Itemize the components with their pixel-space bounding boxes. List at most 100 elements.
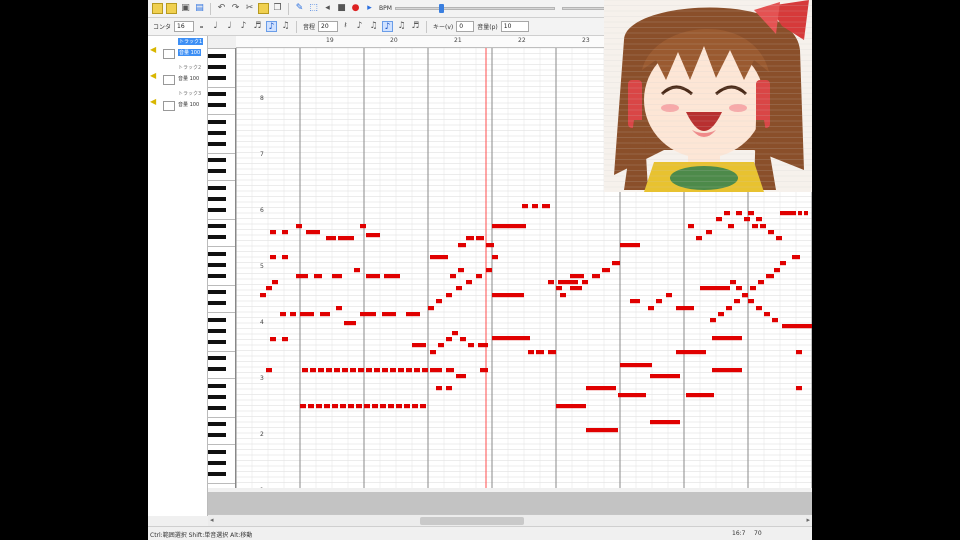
pitch-combo[interactable]: 20 bbox=[318, 21, 339, 32]
black-key[interactable] bbox=[208, 367, 226, 371]
pencil-tool-icon[interactable]: ✎ bbox=[294, 3, 305, 14]
velocity-combo[interactable]: 10 bbox=[500, 21, 529, 32]
key-combo[interactable]: 0 bbox=[456, 21, 475, 32]
black-key[interactable] bbox=[208, 169, 226, 173]
note-block bbox=[412, 343, 426, 348]
black-key[interactable] bbox=[208, 273, 226, 278]
copy-icon[interactable]: ❐ bbox=[272, 3, 283, 14]
black-key[interactable] bbox=[208, 224, 226, 228]
black-key[interactable] bbox=[208, 251, 226, 256]
black-key[interactable] bbox=[208, 301, 226, 305]
black-key[interactable] bbox=[208, 75, 226, 80]
black-key[interactable] bbox=[208, 103, 226, 107]
note-tool-selected-icon[interactable]: ♪ bbox=[382, 21, 394, 32]
speaker-icon[interactable]: ◀ bbox=[150, 71, 156, 80]
octave-label: 5 bbox=[260, 263, 264, 270]
note-block bbox=[326, 368, 332, 373]
black-key[interactable] bbox=[208, 158, 226, 162]
half-note-icon[interactable]: ♩ bbox=[210, 21, 221, 32]
scroll-left-icon[interactable]: ◂ bbox=[210, 516, 214, 524]
black-key[interactable] bbox=[208, 235, 226, 239]
note-block bbox=[438, 343, 444, 348]
black-key[interactable] bbox=[208, 53, 226, 58]
note-block bbox=[772, 318, 778, 323]
redo-icon[interactable]: ↷ bbox=[230, 3, 241, 14]
sixteenth-note-icon[interactable]: ♬ bbox=[252, 21, 263, 32]
play-start-icon[interactable]: ▸ bbox=[364, 3, 375, 14]
black-key[interactable] bbox=[208, 317, 226, 322]
speaker-icon[interactable]: ◀ bbox=[150, 45, 156, 54]
select-tool-icon[interactable]: ⬚ bbox=[308, 3, 319, 14]
note-tool-3-icon[interactable]: ♬ bbox=[410, 21, 421, 32]
octave-label: 3 bbox=[260, 375, 264, 382]
black-key[interactable] bbox=[208, 460, 226, 465]
new-file-icon[interactable] bbox=[152, 3, 163, 14]
black-key[interactable] bbox=[208, 339, 226, 344]
black-key[interactable] bbox=[208, 433, 226, 437]
black-key[interactable] bbox=[208, 196, 226, 201]
black-key[interactable] bbox=[208, 92, 226, 96]
black-key[interactable] bbox=[208, 394, 226, 399]
piano-keyboard[interactable] bbox=[208, 48, 236, 488]
note-block bbox=[458, 268, 464, 273]
note-block bbox=[716, 217, 722, 222]
track-color-box[interactable] bbox=[163, 75, 175, 85]
black-key[interactable] bbox=[208, 290, 226, 294]
export-icon[interactable]: ▤ bbox=[194, 3, 205, 14]
black-key[interactable] bbox=[208, 471, 226, 476]
black-key[interactable] bbox=[208, 141, 226, 146]
velocity-panel[interactable] bbox=[208, 492, 812, 514]
note-block bbox=[446, 368, 454, 373]
black-key[interactable] bbox=[208, 383, 226, 388]
black-key[interactable] bbox=[208, 356, 226, 360]
scrollbar-thumb[interactable] bbox=[420, 517, 524, 525]
black-key[interactable] bbox=[208, 130, 226, 135]
note-tool-2-icon[interactable]: ♫ bbox=[396, 21, 407, 32]
note-block bbox=[630, 299, 640, 304]
track-color-box[interactable] bbox=[163, 49, 175, 59]
black-key[interactable] bbox=[208, 207, 226, 212]
open-file-icon[interactable] bbox=[166, 3, 177, 14]
black-key[interactable] bbox=[208, 328, 226, 333]
tempo-slider[interactable] bbox=[394, 4, 555, 13]
eighth-note-icon[interactable]: ♪ bbox=[238, 21, 249, 32]
note-block bbox=[792, 255, 800, 260]
measure-number: 23 bbox=[582, 37, 590, 44]
save-icon[interactable]: ▣ bbox=[180, 3, 191, 14]
horizontal-scrollbar[interactable]: ◂ ▸ bbox=[208, 514, 812, 526]
dot-note-icon[interactable]: ♪ bbox=[354, 21, 365, 32]
black-key[interactable] bbox=[208, 262, 226, 267]
tie-note-icon[interactable]: ♫ bbox=[368, 21, 379, 32]
speaker-icon[interactable]: ◀ bbox=[150, 97, 156, 106]
note-block bbox=[446, 293, 452, 298]
track-item[interactable]: ◀ トラック3 音量 100 bbox=[148, 90, 208, 114]
black-key[interactable] bbox=[208, 119, 226, 124]
snap-combo[interactable]: 16 bbox=[174, 21, 195, 32]
note-block bbox=[316, 404, 322, 409]
undo-icon[interactable]: ↶ bbox=[216, 3, 227, 14]
paste-icon[interactable] bbox=[258, 3, 269, 14]
note-length-selected-icon[interactable]: ♪ bbox=[266, 21, 278, 32]
tempo-slider-thumb[interactable] bbox=[439, 4, 445, 13]
rewind-icon[interactable]: ◂ bbox=[322, 3, 333, 14]
quarter-note-icon[interactable]: ♩ bbox=[224, 21, 235, 32]
play-icon[interactable]: ● bbox=[350, 3, 361, 14]
whole-note-icon[interactable]: 𝅝 bbox=[196, 21, 207, 32]
track-color-box[interactable] bbox=[163, 101, 175, 111]
black-key[interactable] bbox=[208, 64, 226, 69]
note-block bbox=[570, 274, 584, 279]
black-key[interactable] bbox=[208, 405, 226, 410]
note-block bbox=[270, 255, 276, 260]
stop-icon[interactable]: ■ bbox=[336, 3, 347, 14]
measure-number: 20 bbox=[390, 37, 398, 44]
track-item[interactable]: ◀ トラック2 音量 100 bbox=[148, 64, 208, 88]
black-key[interactable] bbox=[208, 185, 226, 190]
track-item[interactable]: ◀ トラック1 音量 100 bbox=[148, 38, 208, 62]
cut-icon[interactable]: ✂ bbox=[244, 3, 255, 14]
rest-icon[interactable]: 𝄽 bbox=[340, 21, 351, 32]
black-key[interactable] bbox=[208, 449, 226, 454]
black-key[interactable] bbox=[208, 422, 226, 426]
note-block bbox=[406, 312, 420, 317]
triplet-note-icon[interactable]: ♫ bbox=[280, 21, 291, 32]
scroll-right-icon[interactable]: ▸ bbox=[806, 516, 810, 524]
